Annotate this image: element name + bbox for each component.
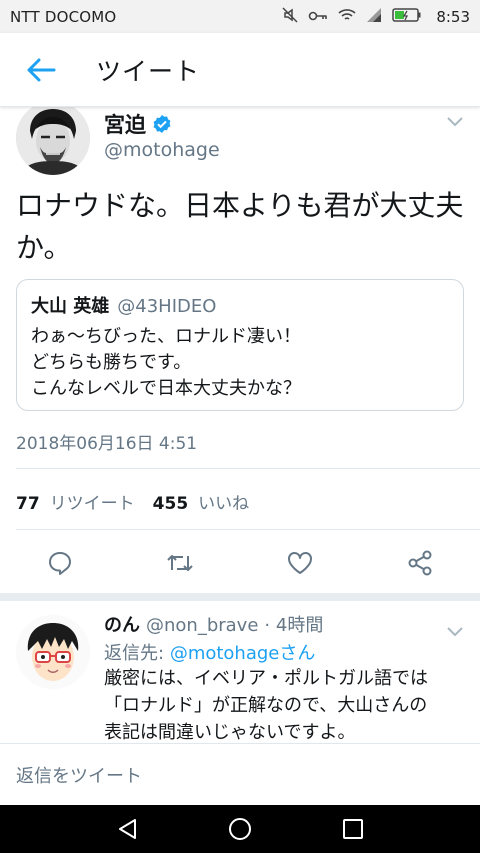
nav-back-button[interactable]	[107, 809, 147, 849]
reply-to-label: 返信先:	[104, 643, 165, 664]
avatar[interactable]	[16, 615, 90, 689]
square-recents-icon	[343, 819, 364, 839]
reply-tweet[interactable]: のん @non_brave · 4時間 返信先: @motohageさん 厳密に…	[0, 601, 480, 743]
retweet-count: 77	[16, 494, 40, 514]
retweet-stat[interactable]: 77 リツイート	[16, 489, 135, 514]
tweet-stats: 77 リツイート 455 いいね	[16, 489, 249, 514]
verified-badge-icon	[153, 115, 171, 133]
reply-author-handle: @non_brave	[146, 615, 259, 636]
status-icons: 8:53	[282, 6, 470, 27]
reply-menu-button[interactable]	[446, 623, 464, 637]
reply-to-link[interactable]: @motohageさん	[170, 643, 316, 664]
like-icon	[288, 552, 312, 574]
share-button[interactable]	[400, 543, 440, 583]
battery-icon	[392, 7, 422, 27]
like-label: いいね	[198, 494, 250, 514]
avatar[interactable]	[16, 107, 90, 175]
divider	[16, 529, 480, 530]
author-name-row: 宮迫	[104, 109, 172, 139]
quoted-tweet[interactable]: 大山 英雄 @43HIDEO わぁ〜ちびった、ロナルド凄い！ どちらも勝ちです。…	[16, 279, 464, 411]
reply-time: · 4時間	[264, 615, 324, 636]
back-button[interactable]	[20, 49, 62, 91]
nav-recents-button[interactable]	[333, 809, 373, 849]
chevron-down-icon	[447, 117, 463, 127]
reply-placeholder: 返信をツイート	[16, 765, 142, 787]
reply-button[interactable]	[40, 543, 80, 583]
tweet-timestamp: 2018年06月16日 4:51	[16, 434, 198, 454]
tweet-detail: 宮迫 @motohage ロナウドな。日本よりも君が大丈夫か。 大山 英雄 @4…	[0, 107, 480, 743]
retweet-button[interactable]	[160, 543, 200, 583]
system-nav-bar	[0, 805, 480, 853]
signal-icon	[366, 7, 382, 27]
reply-to: 返信先: @motohageさん	[104, 639, 315, 665]
mute-icon	[282, 6, 298, 27]
quoted-author-name: 大山 英雄	[31, 296, 110, 317]
clock: 8:53	[436, 7, 470, 26]
arrow-left-icon	[27, 58, 56, 81]
author-handle[interactable]: @motohage	[104, 139, 220, 161]
quoted-tweet-text: わぁ〜ちびった、ロナルド凄い！ どちらも勝ちです。 こんなレベルで日本大丈夫かな…	[31, 326, 301, 399]
key-icon	[308, 8, 328, 26]
circle-home-icon	[228, 818, 251, 840]
tweet-menu-button[interactable]	[446, 113, 464, 127]
like-button[interactable]	[280, 543, 320, 583]
tweet-header: 宮迫 @motohage	[0, 107, 480, 177]
divider	[16, 468, 480, 469]
reply-header: のん @non_brave · 4時間	[104, 611, 323, 637]
quoted-tweet-header: 大山 英雄 @43HIDEO	[31, 292, 449, 318]
tweet-actions	[0, 543, 480, 583]
nav-home-button[interactable]	[220, 809, 260, 849]
wifi-icon	[338, 8, 356, 26]
reply-composer[interactable]: 返信をツイート	[0, 743, 480, 805]
like-count: 455	[152, 494, 189, 514]
triangle-back-icon	[118, 819, 136, 839]
app-bar: ツイート	[0, 33, 480, 107]
retweet-icon	[167, 555, 193, 571]
author-name[interactable]: 宮迫	[104, 109, 146, 139]
page-title: ツイート	[96, 56, 201, 86]
reply-text: 厳密には、イベリア・ポルトガル語では 「ロナルド」が正解なので、大山さんの 表記…	[104, 668, 428, 743]
like-stat[interactable]: 455 いいね	[153, 489, 250, 514]
reply-author-name: のん	[104, 615, 140, 636]
chevron-down-icon	[447, 627, 463, 637]
reply-icon	[49, 552, 71, 575]
quoted-author-handle: @43HIDEO	[117, 296, 217, 317]
carrier-name: NTT DOCOMO	[10, 7, 117, 26]
retweet-label: リツイート	[49, 494, 135, 514]
tweet-text: ロナウドな。日本よりも君が大丈夫か。	[16, 189, 464, 264]
share-icon	[408, 550, 432, 576]
status-bar: NTT DOCOMO 8:53	[0, 0, 480, 33]
section-separator	[0, 593, 480, 601]
